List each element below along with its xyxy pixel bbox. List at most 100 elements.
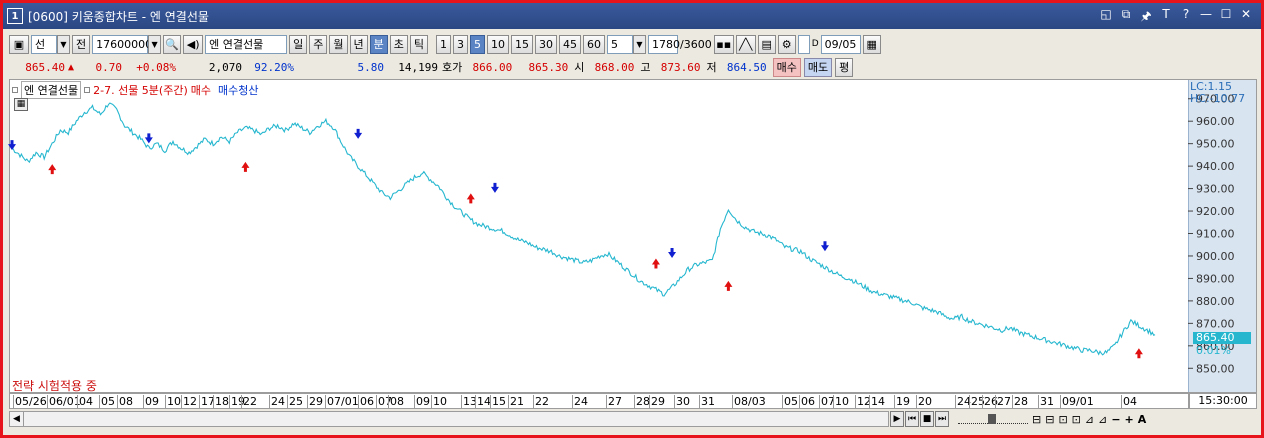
interval-1-button[interactable]: 1 — [436, 34, 451, 54]
text-icon[interactable]: T — [1159, 7, 1173, 28]
current-price-tag: 865.40 — [1193, 332, 1251, 344]
x-tick-label: 18 — [213, 395, 229, 408]
value-1: 5.80 — [357, 60, 385, 74]
open-price: 868.00 — [594, 60, 635, 74]
volume-ratio: 92.20% — [254, 60, 295, 74]
tool-icon-1[interactable]: ⊟ — [1032, 413, 1041, 426]
x-tick-label: 22 — [241, 395, 257, 408]
x-tick-label: 29 — [307, 395, 323, 408]
legend-square-icon — [12, 87, 18, 93]
legend-buy: 매수 — [190, 84, 211, 97]
prev-button[interactable]: 전 — [72, 34, 91, 54]
chevron-down-icon[interactable]: ▼ — [633, 34, 646, 54]
scroll-left-icon[interactable]: ◀ — [10, 412, 24, 426]
interval-15-button[interactable]: 15 — [511, 34, 533, 54]
gear-icon[interactable]: ⚙ — [777, 34, 796, 54]
chevron-down-icon[interactable]: ▼ — [148, 34, 162, 54]
tool-icon-5[interactable]: ⊿ — [1085, 413, 1094, 426]
date-input[interactable]: 09/05 — [820, 34, 861, 54]
market-select[interactable]: 선 — [31, 34, 57, 54]
legend-item[interactable]: 엔 연결선물 — [21, 81, 82, 99]
trend-icon[interactable]: ╱╲ — [735, 34, 756, 54]
layout-icon[interactable]: ▣ — [9, 34, 29, 54]
legend-sell-exit: 매수청산 — [218, 84, 259, 97]
chart-area[interactable] — [9, 79, 1257, 393]
x-tick-label: 06/01 — [47, 395, 81, 408]
zoom-slider[interactable] — [958, 414, 1028, 424]
title-bar: 1 [0600] 키움종합차트 - 엔 연결선물 ◱ ⧉ 🖈 T ? — ☐ ✕ — [3, 3, 1261, 29]
x-tick-label: 08/03 — [732, 395, 766, 408]
font-size-icon[interactable]: A — [1138, 413, 1147, 426]
x-tick-label: 21 — [508, 395, 524, 408]
period-week-button[interactable]: 주 — [309, 34, 328, 54]
interval-input[interactable]: 5 — [607, 34, 633, 54]
x-tick-label: 09/01 — [1060, 395, 1094, 408]
period-year-button[interactable]: 년 — [349, 34, 368, 54]
duplicate-icon[interactable]: ⧉ — [1119, 7, 1133, 28]
x-tick-label: 28 — [1012, 395, 1028, 408]
interval-5-button[interactable]: 5 — [470, 34, 485, 54]
close-icon[interactable]: ✕ — [1239, 7, 1253, 28]
product-name-field: 엔 연결선물 — [205, 34, 288, 54]
sell-button[interactable]: 매도 — [803, 57, 833, 77]
stop-icon[interactable]: ■ — [920, 411, 934, 427]
x-tick-label: 09 — [143, 395, 159, 408]
horizontal-scrollbar[interactable]: ◀ — [9, 411, 889, 427]
period-month-button[interactable]: 월 — [329, 34, 348, 54]
period-minute-button[interactable]: 분 — [369, 34, 388, 54]
low-price: 864.50 — [726, 60, 767, 74]
lc-hc-readout: LC:1.15 HC:-10.77 — [1190, 81, 1245, 105]
calendar-icon[interactable]: ▦ — [862, 34, 881, 54]
rewind-icon[interactable]: ⏮ — [905, 411, 919, 427]
hc-value: HC:-10.77 — [1190, 92, 1246, 105]
high-price: 873.60 — [660, 60, 701, 74]
indicator-icon[interactable]: ▪▪ — [713, 34, 734, 54]
zoom-in-icon[interactable]: + — [1125, 413, 1134, 426]
restore-icon[interactable]: ◱ — [1099, 7, 1113, 28]
interval-30-button[interactable]: 30 — [535, 34, 557, 54]
date-checkbox[interactable] — [797, 34, 810, 54]
date-axis: 05/26 06/01 04 05 08 09 10 12 17 18 19 22 24 25 29 07/0… — [9, 393, 1189, 409]
x-tick-label: 10 — [431, 395, 447, 408]
period-tick-button[interactable]: 틱 — [409, 34, 428, 54]
code-input[interactable]: 17600000 — [92, 34, 152, 54]
minimize-icon[interactable]: — — [1199, 7, 1213, 28]
tool-icon-4[interactable]: ⊡ — [1072, 413, 1081, 426]
tool-icon-2[interactable]: ⊟ — [1045, 413, 1054, 426]
grid-icon[interactable]: ▦ — [14, 98, 28, 111]
price: 865.40 — [25, 60, 65, 74]
chevron-down-icon[interactable]: ▼ — [57, 34, 70, 54]
x-tick-label: 15 — [490, 395, 506, 408]
save-icon[interactable]: ▤ — [757, 34, 776, 54]
interval-60-button[interactable]: 60 — [583, 34, 605, 54]
bid-ask-label: 호가 — [442, 61, 463, 74]
help-icon[interactable]: ? — [1179, 7, 1193, 28]
eval-button[interactable]: 평 — [835, 57, 854, 77]
play-icon[interactable]: ▶ — [890, 411, 904, 427]
interval-45-button[interactable]: 45 — [559, 34, 581, 54]
speaker-icon[interactable]: ◀) — [183, 34, 204, 54]
tool-icon-6[interactable]: ⊿ — [1098, 413, 1107, 426]
x-tick-label: 27 — [606, 395, 622, 408]
pin-icon[interactable]: 🖈 — [1139, 7, 1153, 28]
strategy-status: 전략 시험적용 중 — [12, 379, 97, 393]
count-input[interactable]: 1780 — [648, 34, 680, 54]
buy-button[interactable]: 매수 — [772, 57, 801, 77]
x-tick-label: 05/26 — [13, 395, 47, 408]
change: 0.70 — [95, 60, 123, 74]
bid-price: 865.30 — [528, 60, 569, 74]
interval-3-button[interactable]: 3 — [453, 34, 468, 54]
period-second-button[interactable]: 초 — [389, 34, 408, 54]
x-tick-label: 05 — [99, 395, 115, 408]
search-icon[interactable]: 🔍 — [163, 34, 182, 54]
interval-10-button[interactable]: 10 — [487, 34, 509, 54]
period-day-button[interactable]: 일 — [289, 34, 308, 54]
x-tick-label: 20 — [916, 395, 932, 408]
forward-icon[interactable]: ⏭ — [935, 411, 949, 427]
tool-icon-3[interactable]: ⊡ — [1058, 413, 1067, 426]
zoom-slider-thumb[interactable] — [988, 414, 996, 424]
x-tick-label: 08 — [388, 395, 404, 408]
zoom-out-icon[interactable]: − — [1111, 413, 1120, 426]
maximize-icon[interactable]: ☐ — [1219, 7, 1233, 28]
time-label: 15:30:00 — [1189, 393, 1257, 409]
